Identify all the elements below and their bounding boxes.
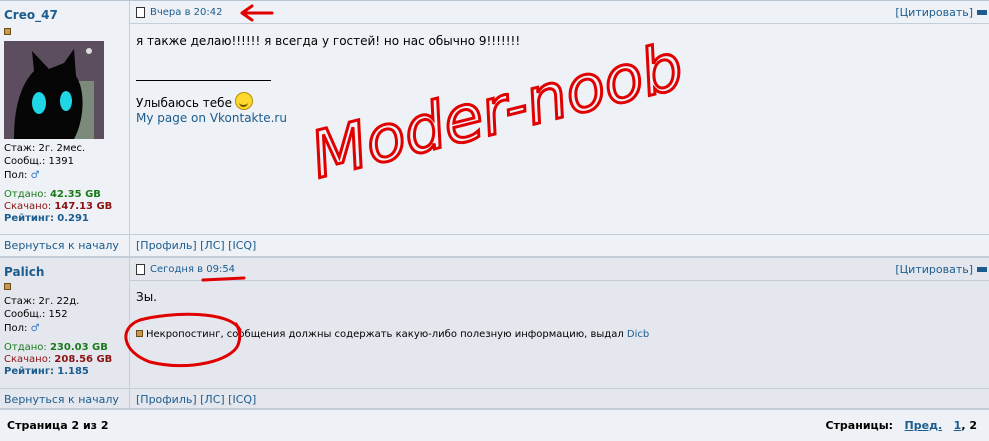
stat-stazh: Стаж: 2г. 22д. (4, 296, 80, 307)
post-message: я также делаю!!!!!! я всегда у гостей! н… (136, 34, 521, 48)
stat-otdano-value: 42.35 GB (49, 189, 101, 200)
stat-otdano-value: 230.03 GB (49, 342, 108, 353)
stat-pol-label: Пол: (4, 170, 28, 181)
author-name[interactable]: Palich (4, 265, 44, 279)
stat-otdano-label: Отдано: (4, 342, 47, 353)
profile-actions[interactable]: [Профиль] [ЛС] [ICQ] (136, 239, 256, 252)
signature-divider (136, 80, 271, 81)
back-to-top-link[interactable]: Вернуться к началу (4, 239, 119, 252)
post-date[interactable]: Вчера в 20:42 (150, 7, 222, 18)
page-info: Страница 2 из 2 (7, 419, 109, 432)
stat-stazh: Стаж: 2г. 2мес. (4, 143, 86, 154)
stat-otdano-label: Отдано: (4, 189, 47, 200)
signature-link[interactable]: My page on Vkontakte.ru (136, 111, 287, 125)
stat-skachano: Скачано: 147.13 GB (4, 201, 112, 212)
scroll-marker-icon (977, 267, 987, 272)
avatar-cat-icon (4, 41, 104, 139)
stat-rating-value: 1.185 (57, 366, 89, 377)
smiley-icon (234, 92, 253, 110)
pagination: Страницы: Пред. 1, 2 (825, 419, 977, 432)
moderator-note-text: Некропостинг, сообщения должны содержать… (146, 329, 624, 340)
stat-skachano-value: 147.13 GB (54, 201, 113, 212)
male-gender-icon: ♂ (30, 323, 40, 334)
stat-soobsh: Сообщ.: 1391 (4, 156, 74, 167)
signature-text: Улыбаюсь тебе (136, 96, 232, 110)
post-footer: Вернуться к началу [Профиль] [ЛС] [ICQ] (0, 388, 989, 410)
scroll-marker-icon (977, 10, 987, 15)
author-panel: Creo_47 Стаж: 2г. 2мес. Сообщ.: 1391 Пол… (0, 1, 130, 256)
prev-page-link[interactable]: Пред. (905, 419, 943, 432)
stat-skachano-label: Скачано: (4, 354, 52, 365)
post-header: Вчера в 20:42 [Цитировать] (130, 1, 989, 24)
stat-rating-label: Рейтинг: (4, 213, 55, 224)
stat-pol: Пол: ♂ (4, 170, 40, 181)
post-icon[interactable] (136, 264, 145, 275)
post-header: Сегодня в 09:54 [Цитировать] (130, 258, 989, 281)
post-palich: Palich Стаж: 2г. 22д. Сообщ.: 152 Пол: ♂… (0, 256, 989, 410)
stat-soobsh: Сообщ.: 152 (4, 309, 68, 320)
stat-rating-value: 0.291 (57, 213, 89, 224)
quote-button[interactable]: [Цитировать] (895, 263, 973, 276)
avatar (4, 41, 104, 139)
current-page: 2 (969, 419, 977, 432)
stat-pol-label: Пол: (4, 323, 28, 334)
moderator-note: Некропостинг, сообщения должны содержать… (136, 329, 649, 340)
male-gender-icon: ♂ (30, 170, 40, 181)
rank-icon (4, 28, 11, 35)
post-footer: Вернуться к началу [Профиль] [ЛС] [ICQ] (0, 234, 989, 256)
post-creo47: Creo_47 Стаж: 2г. 2мес. Сообщ.: 1391 Пол… (0, 0, 989, 256)
post-message: Зы. (136, 290, 157, 304)
moderator-name-link[interactable]: Dicb (627, 329, 649, 340)
stat-otdano: Отдано: 42.35 GB (4, 189, 101, 200)
signature: Улыбаюсь тебе (136, 92, 253, 110)
stat-rating-label: Рейтинг: (4, 366, 55, 377)
stat-skachano-label: Скачано: (4, 201, 52, 212)
profile-actions[interactable]: [Профиль] [ЛС] [ICQ] (136, 393, 256, 406)
pages-label: Страницы: (825, 419, 894, 432)
post-icon[interactable] (136, 7, 145, 18)
page-separator: , (961, 419, 966, 432)
quote-button[interactable]: [Цитировать] (895, 6, 973, 19)
note-bullet-icon (136, 330, 143, 337)
post-body: Вчера в 20:42 [Цитировать] я также делаю… (130, 1, 989, 256)
stat-rating: Рейтинг: 1.185 (4, 366, 89, 377)
post-date[interactable]: Сегодня в 09:54 (150, 264, 235, 275)
stat-rating: Рейтинг: 0.291 (4, 213, 89, 224)
stat-skachano-value: 208.56 GB (54, 354, 113, 365)
pagination-bar: Страница 2 из 2 Страницы: Пред. 1, 2 (0, 408, 989, 441)
rank-icon (4, 283, 11, 290)
author-name[interactable]: Creo_47 (4, 8, 58, 22)
stat-pol: Пол: ♂ (4, 323, 40, 334)
stat-otdano: Отдано: 230.03 GB (4, 342, 108, 353)
stat-skachano: Скачано: 208.56 GB (4, 354, 112, 365)
back-to-top-link[interactable]: Вернуться к началу (4, 393, 119, 406)
